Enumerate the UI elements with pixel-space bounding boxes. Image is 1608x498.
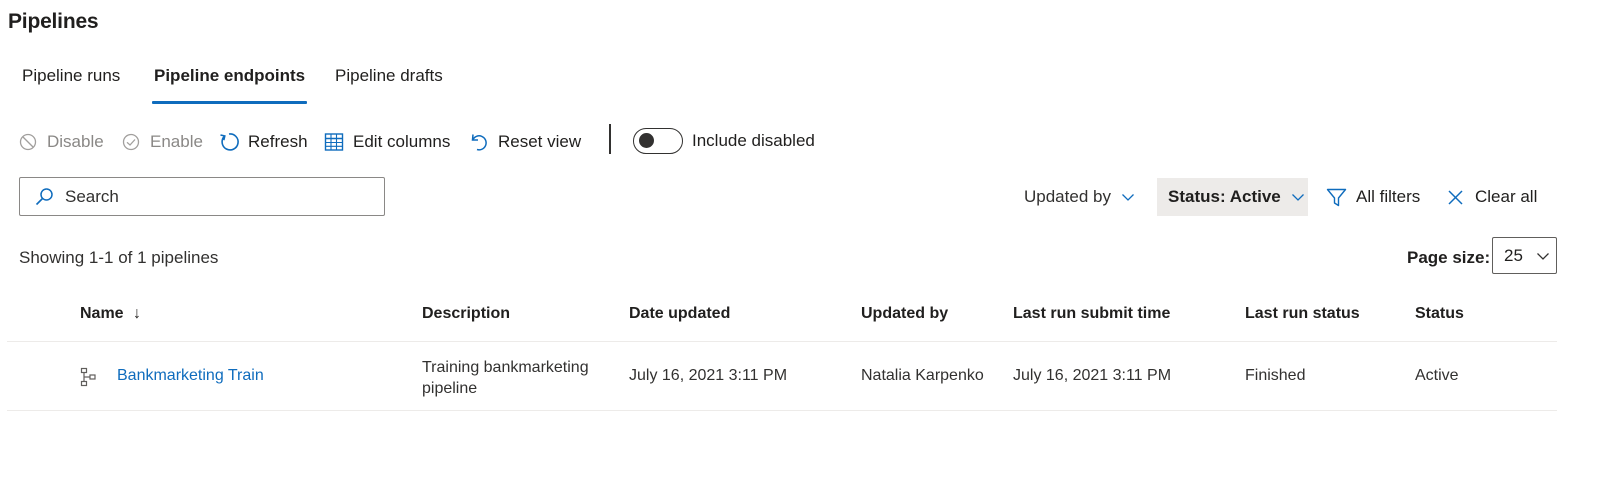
reset-view-label: Reset view bbox=[498, 132, 582, 151]
reset-view-button[interactable]: Reset view bbox=[468, 128, 581, 156]
clear-all-button[interactable]: Clear all bbox=[1447, 178, 1537, 216]
page-size-label: Page size: bbox=[1407, 248, 1491, 267]
clear-all-label: Clear all bbox=[1475, 187, 1538, 206]
pipeline-icon bbox=[80, 367, 98, 387]
all-filters-button[interactable]: All filters bbox=[1326, 178, 1420, 216]
column-header-name[interactable]: Name ↓ bbox=[80, 305, 141, 323]
enable-button[interactable]: Enable bbox=[120, 128, 203, 156]
enable-label: Enable bbox=[150, 132, 203, 151]
tab-label: Pipeline endpoints bbox=[154, 66, 306, 85]
page-size-dropdown[interactable]: 25 bbox=[1492, 237, 1557, 274]
results-summary: Showing 1-1 of 1 pipelines bbox=[19, 248, 219, 267]
disable-circle-icon bbox=[17, 131, 39, 153]
tab-pipeline-runs[interactable]: Pipeline runs bbox=[22, 66, 120, 104]
chevron-down-icon bbox=[1291, 192, 1305, 202]
include-disabled-toggle[interactable] bbox=[633, 128, 683, 154]
filter-funnel-icon bbox=[1326, 187, 1347, 208]
column-header-last-run-submit-time[interactable]: Last run submit time bbox=[1013, 305, 1170, 323]
tab-pipeline-drafts[interactable]: Pipeline drafts bbox=[335, 66, 443, 104]
refresh-button[interactable]: Refresh bbox=[218, 128, 308, 156]
tab-label: Pipeline runs bbox=[22, 66, 121, 85]
refresh-label: Refresh bbox=[248, 132, 308, 151]
pipeline-description: Training bankmarketing pipeline bbox=[422, 357, 589, 399]
pipeline-name-link[interactable]: Bankmarketing Train bbox=[117, 367, 264, 385]
updated-by-filter[interactable]: Updated by bbox=[1024, 178, 1135, 216]
include-disabled-label: Include disabled bbox=[692, 131, 815, 150]
page-title: Pipelines bbox=[8, 10, 99, 33]
checkmark-circle-icon bbox=[120, 131, 142, 153]
disable-label: Disable bbox=[47, 132, 104, 151]
status-filter-pill[interactable]: Status: Active bbox=[1157, 178, 1308, 216]
cell-last-run-status: Finished bbox=[1245, 367, 1306, 384]
disable-button[interactable]: Disable bbox=[17, 128, 104, 156]
updated-by-filter-label: Updated by bbox=[1024, 187, 1111, 206]
tab-label: Pipeline drafts bbox=[335, 66, 443, 85]
active-tab-indicator bbox=[152, 101, 308, 104]
chevron-down-icon bbox=[1121, 192, 1135, 202]
description-line: Training bankmarketing bbox=[422, 359, 589, 376]
column-header-description[interactable]: Description bbox=[422, 305, 510, 323]
page-size-value: 25 bbox=[1504, 245, 1523, 265]
column-header-date-updated[interactable]: Date updated bbox=[629, 305, 730, 323]
edit-columns-label: Edit columns bbox=[353, 132, 451, 151]
cell-date-updated: July 16, 2021 3:11 PM bbox=[629, 367, 788, 384]
undo-icon bbox=[468, 131, 490, 153]
description-line: pipeline bbox=[422, 380, 478, 397]
row-divider bbox=[7, 410, 1557, 411]
chevron-down-icon bbox=[1536, 251, 1550, 261]
tab-pipeline-endpoints[interactable]: Pipeline endpoints bbox=[152, 66, 308, 104]
edit-columns-button[interactable]: Edit columns bbox=[323, 128, 450, 156]
close-icon bbox=[1447, 189, 1464, 206]
search-icon bbox=[34, 187, 54, 207]
cell-last-run-submit-time: July 16, 2021 3:11 PM bbox=[1013, 367, 1172, 384]
refresh-icon bbox=[218, 131, 240, 153]
column-header-last-run-status[interactable]: Last run status bbox=[1245, 305, 1360, 323]
column-header-name-label: Name bbox=[80, 305, 124, 322]
table-columns-icon bbox=[323, 131, 345, 153]
sort-descending-icon: ↓ bbox=[133, 305, 142, 322]
status-filter-label: Status: Active bbox=[1168, 187, 1281, 206]
column-header-status[interactable]: Status bbox=[1415, 305, 1464, 323]
all-filters-label: All filters bbox=[1356, 187, 1421, 206]
toolbar-divider bbox=[609, 124, 611, 154]
cell-updated-by: Natalia Karpenko bbox=[861, 367, 984, 384]
search-input[interactable] bbox=[63, 185, 367, 208]
search-box[interactable] bbox=[19, 177, 385, 216]
toggle-knob bbox=[639, 133, 654, 148]
cell-status: Active bbox=[1415, 367, 1459, 384]
column-header-updated-by[interactable]: Updated by bbox=[861, 305, 948, 323]
